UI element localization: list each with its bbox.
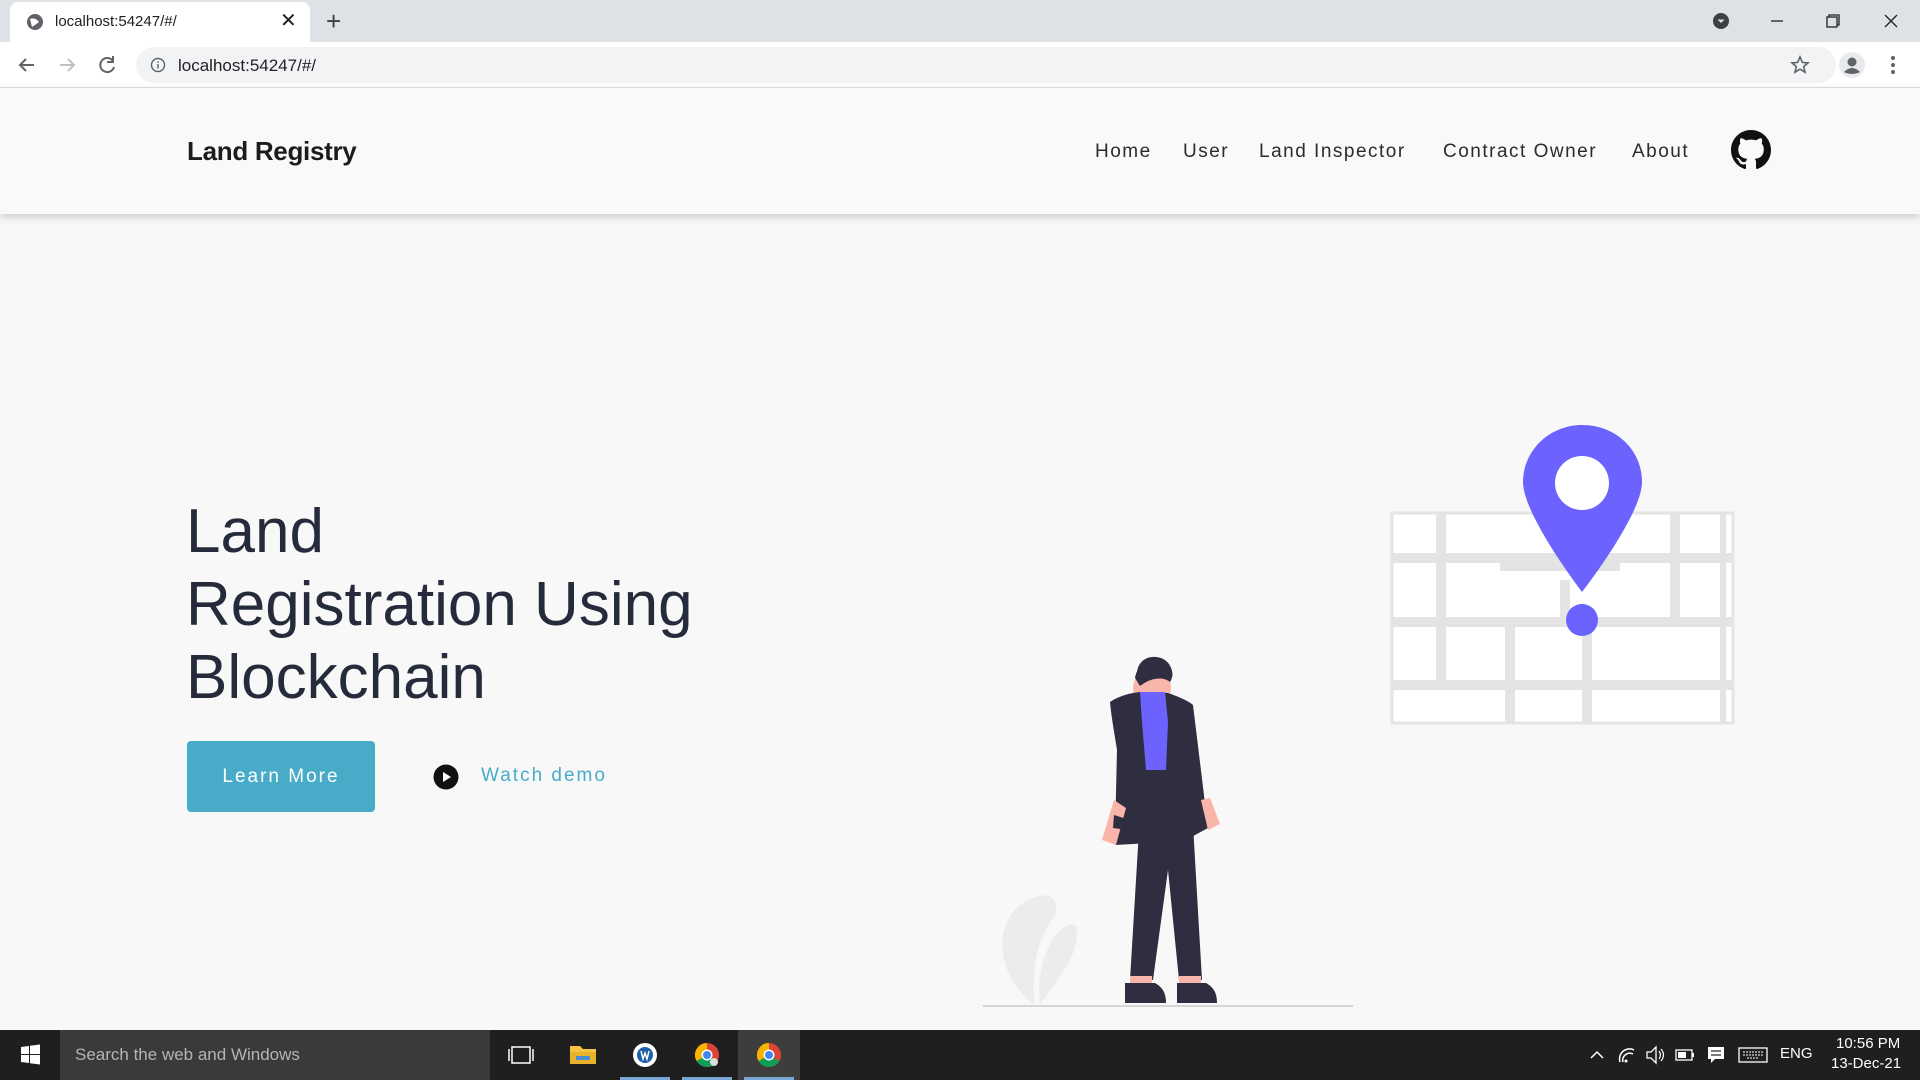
taskbar-app-button[interactable] — [614, 1030, 676, 1080]
show-hidden-icons-chevron-icon[interactable] — [1584, 1030, 1610, 1080]
browser-menu-icon[interactable] — [1886, 54, 1900, 76]
clock-date[interactable]: 13-Dec-21 — [1831, 1055, 1901, 1072]
nav-user[interactable]: User — [1183, 141, 1229, 163]
task-view-icon[interactable] — [490, 1030, 552, 1080]
taskbar-search-box[interactable]: Search the web and Windows — [60, 1030, 490, 1080]
restore-icon[interactable] — [1818, 6, 1848, 36]
chrome-icon — [694, 1043, 719, 1068]
app-icon — [633, 1043, 657, 1067]
window-close-icon[interactable] — [1876, 6, 1906, 36]
browser-toolbar: localhost:54247/#/ — [0, 42, 1920, 88]
site-header: Land Registry Home User Land Inspector C… — [0, 88, 1920, 214]
taskbar-chrome-button-active[interactable] — [738, 1030, 800, 1080]
input-language[interactable]: ENG — [1780, 1045, 1813, 1062]
clock-time[interactable]: 10:56 PM — [1836, 1035, 1900, 1052]
nav-home[interactable]: Home — [1095, 141, 1152, 163]
globe-icon — [27, 14, 43, 30]
reload-icon[interactable] — [94, 52, 120, 78]
hero-title: Land Registration Using Blockchain — [186, 495, 786, 714]
browser-tab-strip: localhost:54247/#/ ✕ + — [0, 0, 1920, 42]
address-bar[interactable]: localhost:54247/#/ — [136, 47, 1836, 83]
new-tab-button[interactable]: + — [326, 6, 341, 37]
battery-icon[interactable] — [1672, 1030, 1698, 1080]
taskbar-chrome-button[interactable] — [676, 1030, 738, 1080]
tab-search-icon[interactable] — [1712, 12, 1730, 30]
nav-contract-owner[interactable]: Contract Owner — [1443, 141, 1597, 163]
tab-title: localhost:54247/#/ — [55, 13, 177, 30]
forward-arrow-icon[interactable] — [54, 52, 80, 78]
minimize-icon[interactable] — [1762, 6, 1792, 36]
url-text[interactable]: localhost:54247/#/ — [178, 56, 316, 76]
network-icon[interactable] — [1614, 1030, 1640, 1080]
watch-demo-link[interactable]: Watch demo — [481, 765, 607, 787]
nav-land-inspector[interactable]: Land Inspector — [1259, 141, 1406, 163]
windows-start-icon[interactable] — [0, 1030, 60, 1080]
action-center-icon[interactable] — [1703, 1030, 1729, 1080]
learn-more-button[interactable]: Learn More — [187, 741, 375, 812]
hero-title-line-3: Blockchain — [186, 643, 486, 712]
back-arrow-icon[interactable] — [14, 52, 40, 78]
person-graphic — [1102, 656, 1220, 1003]
hero-illustration — [983, 425, 1735, 1007]
hero-title-line-2: Registration Using — [186, 570, 693, 639]
play-icon[interactable] — [433, 764, 459, 790]
taskbar-search-placeholder: Search the web and Windows — [75, 1045, 300, 1064]
bookmark-star-icon[interactable] — [1790, 55, 1810, 75]
touch-keyboard-icon[interactable] — [1737, 1030, 1769, 1080]
tab-close-icon[interactable]: ✕ — [280, 11, 297, 31]
file-explorer-icon[interactable] — [552, 1030, 614, 1080]
github-icon[interactable] — [1731, 130, 1771, 170]
info-icon[interactable] — [150, 57, 166, 73]
windows-taskbar: Search the web and Windows ENG 10:56 PM … — [0, 1030, 1920, 1080]
volume-icon[interactable] — [1642, 1030, 1668, 1080]
chrome-icon — [756, 1043, 781, 1068]
browser-tab[interactable]: localhost:54247/#/ ✕ — [10, 2, 310, 42]
plant-graphic — [1002, 895, 1078, 1005]
site-brand[interactable]: Land Registry — [187, 136, 357, 167]
nav-about[interactable]: About — [1632, 141, 1689, 163]
hero-title-line-1: Land — [186, 497, 324, 566]
profile-avatar-icon[interactable] — [1838, 51, 1866, 79]
